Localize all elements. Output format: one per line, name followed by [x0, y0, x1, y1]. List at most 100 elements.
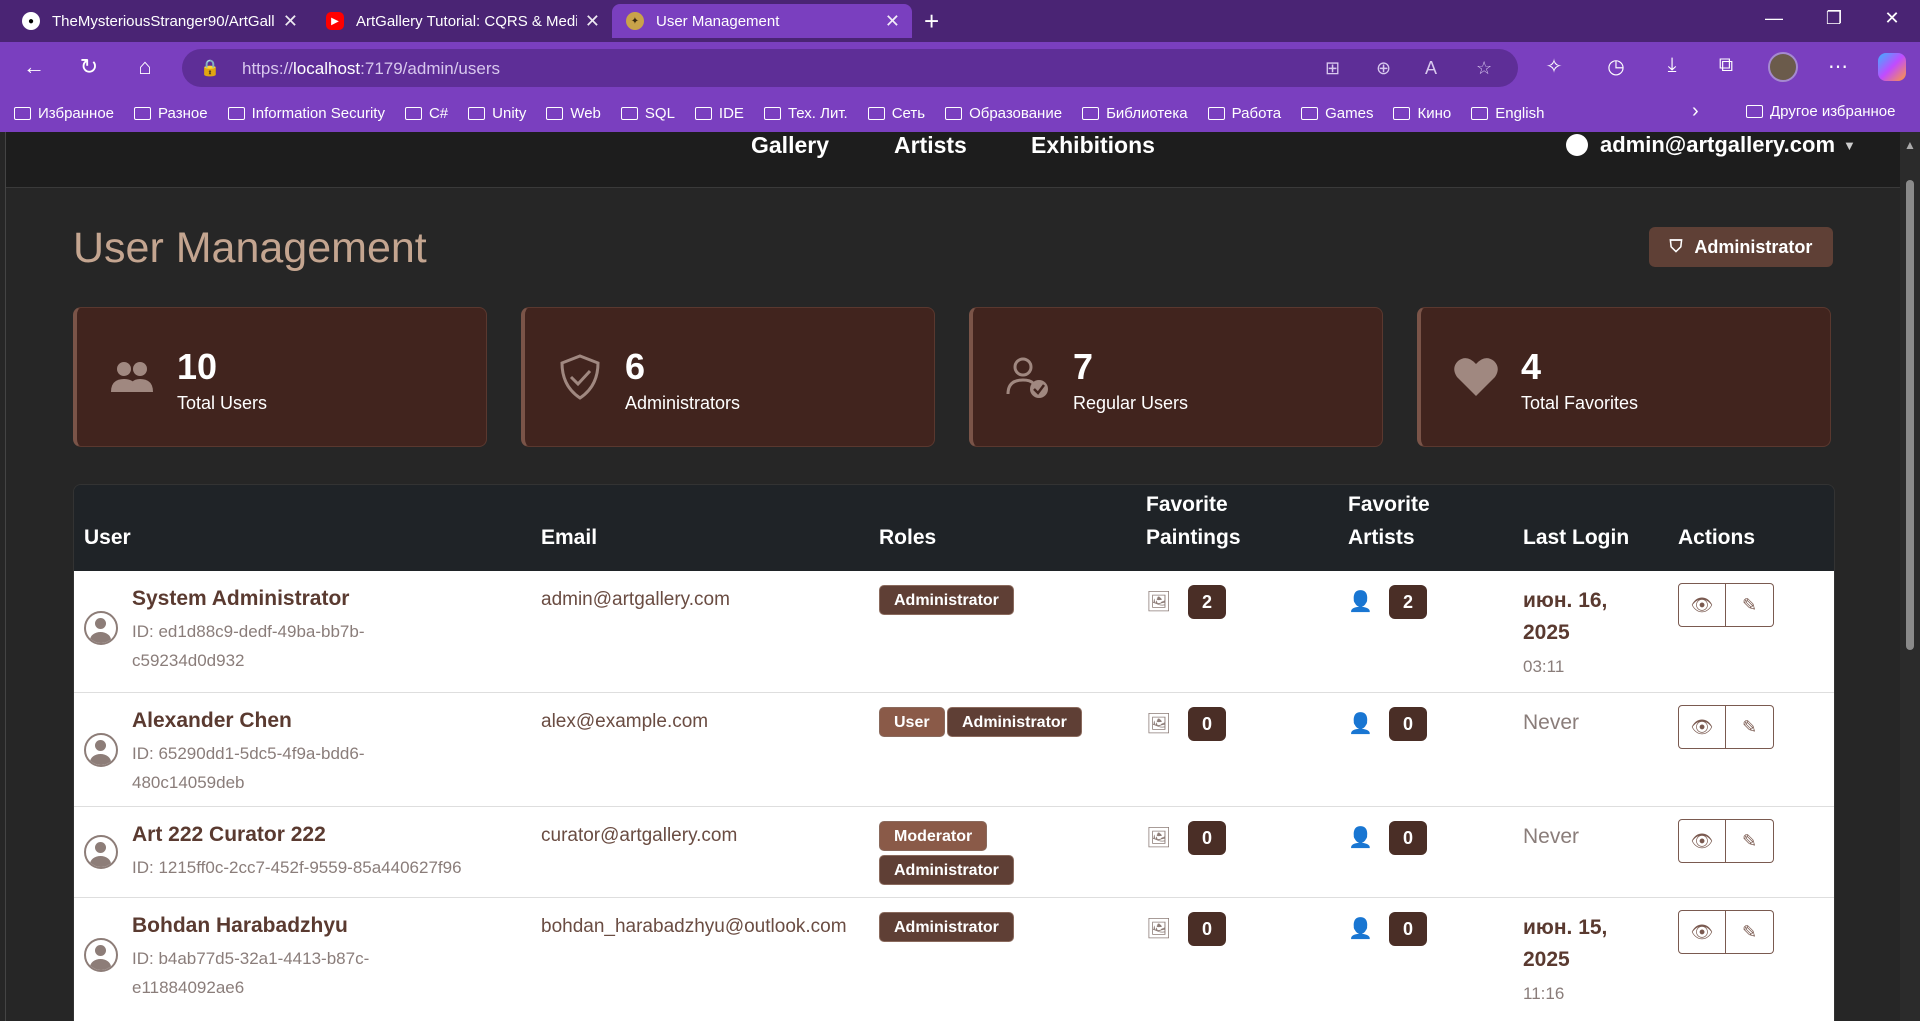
edit-button[interactable]: ✎: [1726, 819, 1774, 863]
bookmark-folder[interactable]: SQL: [620, 105, 675, 122]
minimize-icon[interactable]: —: [1744, 8, 1804, 29]
other-bookmarks[interactable]: Другое избранное: [1746, 103, 1895, 120]
folder-icon: [14, 106, 31, 120]
copilot-icon[interactable]: [1878, 53, 1906, 81]
column-header-last-login: Last Login: [1523, 526, 1630, 549]
user-menu[interactable]: admin@artgallery.com ▼: [1566, 132, 1856, 158]
user-heart-icon: 👤: [1348, 918, 1373, 940]
heart-icon: [1454, 358, 1498, 396]
favorite-star-icon[interactable]: ☆: [1476, 58, 1492, 79]
user-id: ID: 65290dd1-5dc5-4f9a-bdd6-480c14059deb: [132, 744, 365, 792]
reload-icon[interactable]: ↻: [75, 54, 103, 80]
chevron-right-icon[interactable]: ›: [1692, 100, 1699, 123]
stat-value: 6: [625, 346, 646, 387]
screenshot-icon[interactable]: ⧉: [1712, 54, 1740, 77]
user-id: ID: b4ab77d5-32a1-4413-b87c-e11884092ae6: [132, 949, 370, 997]
bookmark-folder[interactable]: Web: [546, 105, 601, 122]
bookmark-folder[interactable]: Games: [1301, 105, 1373, 122]
tab-youtube[interactable]: ▶ ArtGallery Tutorial: CQRS & MediatR ✕: [312, 4, 612, 38]
bookmark-folder[interactable]: Сеть: [867, 105, 925, 122]
eye-icon: 👁: [1690, 716, 1714, 737]
image-icon: 🖼: [1146, 918, 1172, 940]
bookmark-folder[interactable]: Работа: [1207, 105, 1281, 122]
window-close-icon[interactable]: ✕: [1862, 8, 1920, 29]
nav-artists[interactable]: Artists: [894, 132, 967, 159]
view-button[interactable]: 👁: [1678, 819, 1726, 863]
last-login-date: июн. 15, 2025: [1523, 916, 1608, 971]
user-heart-icon: 👤: [1348, 713, 1373, 735]
restore-icon[interactable]: ❐: [1804, 8, 1864, 29]
user-email: curator@artgallery.com: [541, 825, 738, 846]
folder-icon: [1393, 106, 1411, 120]
zoom-icon[interactable]: ⊕: [1376, 58, 1391, 79]
bookmark-folder[interactable]: Information Security: [227, 105, 385, 122]
tab-user-management[interactable]: ✦ User Management ✕: [612, 4, 912, 38]
page-title: User Management: [73, 224, 427, 272]
downloads-icon[interactable]: ⤓: [1658, 54, 1686, 77]
stat-value: 4: [1521, 346, 1542, 387]
last-login-time: 11:16: [1523, 984, 1565, 1003]
user-email: admin@artgallery.com: [1600, 132, 1836, 157]
stat-label: Regular Users: [1073, 393, 1189, 413]
stat-label: Total Users: [177, 393, 268, 413]
bookmark-folder[interactable]: Тех. Лит.: [763, 105, 848, 122]
image-icon: 🖼: [1146, 713, 1172, 735]
admin-role-badge: ⛉ Administrator: [1649, 227, 1833, 267]
close-icon[interactable]: ✕: [885, 11, 900, 32]
bookmark-folder[interactable]: IDE: [694, 105, 744, 122]
favorite-artists-count: 2: [1389, 585, 1427, 619]
close-icon[interactable]: ✕: [585, 11, 600, 32]
folder-icon: [1746, 105, 1763, 118]
address-bar[interactable]: 🔒 https://localhost:7179/admin/users ⊞ ⊕…: [182, 49, 1518, 87]
lock-icon[interactable]: 🔒: [200, 58, 220, 78]
view-button[interactable]: 👁: [1678, 910, 1726, 954]
home-icon[interactable]: ⌂: [131, 54, 159, 80]
url-text[interactable]: https://localhost:7179/admin/users: [242, 59, 500, 79]
user-email: admin@artgallery.com: [541, 589, 730, 610]
nav-exhibitions[interactable]: Exhibitions: [1031, 132, 1155, 159]
bookmark-folder[interactable]: Избранное: [14, 105, 114, 122]
new-tab-icon[interactable]: +: [924, 6, 939, 37]
extensions-icon[interactable]: ✧: [1540, 54, 1568, 79]
stat-card-total-favorites: 4 Total Favorites: [1417, 307, 1831, 447]
edit-button[interactable]: ✎: [1726, 910, 1774, 954]
page-viewport: Gallery Artists Exhibitions admin@artgal…: [5, 132, 1900, 1021]
bookmark-folder[interactable]: C#: [404, 105, 448, 122]
youtube-icon: ▶: [326, 12, 344, 30]
bookmark-folder[interactable]: Образование: [945, 105, 1062, 122]
role-badge: Administrator: [879, 585, 1014, 615]
stat-label: Total Favorites: [1521, 393, 1639, 413]
profile-avatar[interactable]: [1768, 52, 1798, 82]
bookmark-folder[interactable]: Кино: [1393, 105, 1451, 122]
view-button[interactable]: 👁: [1678, 583, 1726, 627]
scroll-up-icon[interactable]: ▲: [1904, 138, 1916, 152]
page-scrollbar[interactable]: ▲: [1900, 132, 1920, 1021]
bookmark-folder[interactable]: Разное: [134, 105, 208, 122]
user-email: alex@example.com: [541, 711, 709, 732]
nav-gallery[interactable]: Gallery: [751, 132, 829, 159]
back-icon[interactable]: ←: [20, 54, 48, 80]
bookmark-folder[interactable]: Unity: [468, 105, 526, 122]
more-options-icon[interactable]: ⋯: [1824, 54, 1852, 79]
folder-icon: [694, 106, 712, 120]
user-id: ID: ed1d88c9-dedf-49ba-bb7b-c59234d0d932: [132, 622, 365, 670]
column-header-favorite-artists: Favorite Artists: [1348, 493, 1430, 549]
read-aloud-icon[interactable]: A: [1425, 58, 1437, 79]
history-icon[interactable]: ◷: [1602, 54, 1630, 79]
tab-github[interactable]: ● TheMysteriousStranger90/ArtGallery ✕: [8, 4, 310, 38]
bookmark-folder[interactable]: English: [1471, 105, 1544, 122]
tab-title: ArtGallery Tutorial: CQRS & MediatR: [356, 12, 577, 30]
close-icon[interactable]: ✕: [283, 11, 298, 32]
user-avatar-icon: [84, 938, 118, 972]
edit-button[interactable]: ✎: [1726, 705, 1774, 749]
view-button[interactable]: 👁: [1678, 705, 1726, 749]
bookmark-folder[interactable]: Библиотека: [1082, 105, 1188, 122]
table-header: User Email Roles Favorite Paintings Favor…: [74, 485, 1834, 571]
folder-icon: [867, 106, 885, 120]
scrollbar-thumb[interactable]: [1906, 180, 1914, 650]
apps-icon[interactable]: ⊞: [1325, 58, 1340, 79]
column-header-favorite-paintings: Favorite Paintings: [1146, 493, 1241, 549]
edit-button[interactable]: ✎: [1726, 583, 1774, 627]
role-badge: Administrator: [879, 912, 1014, 942]
site-navbar: Gallery Artists Exhibitions admin@artgal…: [6, 132, 1900, 188]
